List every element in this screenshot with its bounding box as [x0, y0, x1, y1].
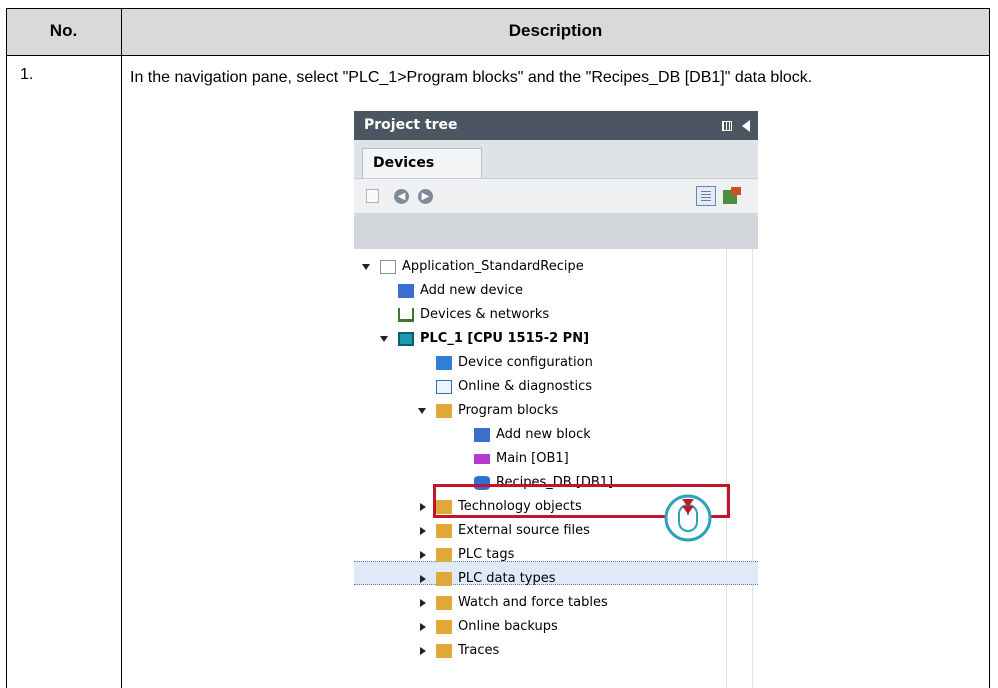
tree-item-label: Online & diagnostics	[458, 379, 593, 394]
tree-item-label: PLC data types	[458, 571, 556, 586]
expand-arrow-icon[interactable]	[420, 647, 426, 655]
plc-icon	[398, 332, 414, 346]
expand-arrow-icon[interactable]	[380, 336, 388, 342]
device-config-icon	[436, 356, 452, 370]
tree-toolbar: ◀ ▶	[354, 178, 758, 213]
tree-item-label: PLC tags	[458, 547, 515, 562]
mouse-double-click-icon	[664, 494, 712, 542]
table-border-right	[989, 8, 990, 688]
tree-item-program-blocks[interactable]: Program blocks	[354, 399, 758, 423]
tree-item-label: Devices & networks	[420, 307, 550, 322]
tree-item-devices-networks[interactable]: Devices & networks	[354, 303, 758, 327]
project-tree-title: Project tree	[364, 117, 458, 133]
step-description: In the navigation pane, select "PLC_1>Pr…	[130, 69, 813, 86]
project-tree-screenshot: Project tree Devices ◀ ▶ Application_Sta…	[354, 111, 758, 688]
detail-view-icon[interactable]	[696, 186, 716, 206]
split-view-icon[interactable]	[722, 120, 732, 131]
tree-header-band	[354, 213, 758, 249]
folder-icon	[436, 524, 452, 538]
tree-item-label: Main [OB1]	[496, 451, 569, 466]
table-border-left	[6, 8, 7, 688]
expand-arrow-icon[interactable]	[418, 408, 426, 414]
tab-devices[interactable]: Devices	[362, 148, 482, 178]
network-icon	[398, 308, 414, 322]
folder-icon	[436, 620, 452, 634]
folder-icon	[436, 404, 452, 418]
tree-item-label: External source files	[458, 523, 590, 538]
tab-strip: Devices	[354, 140, 758, 178]
new-item-icon[interactable]	[366, 189, 379, 203]
expand-arrow-icon[interactable]	[420, 503, 426, 511]
tree-item-main[interactable]: Main [OB1]	[354, 447, 758, 471]
folder-icon	[436, 572, 452, 586]
tree-item-label: Watch and force tables	[458, 595, 608, 610]
folder-icon	[436, 644, 452, 658]
tree-item-label: Application_StandardRecipe	[402, 259, 584, 274]
forward-icon[interactable]: ▶	[418, 189, 433, 204]
tree-item-online-diagnostics[interactable]: Online & diagnostics	[354, 375, 758, 399]
tree-item-add-device[interactable]: Add new device	[354, 279, 758, 303]
folder-icon	[436, 596, 452, 610]
tree-item-label: Online backups	[458, 619, 558, 634]
tree-item-label: Add new block	[496, 427, 591, 442]
expand-arrow-icon[interactable]	[420, 527, 426, 535]
project-tree-titlebar: Project tree	[354, 111, 758, 140]
tree-item-label: Program blocks	[458, 403, 559, 418]
tree-item-online-backups[interactable]: Online backups	[354, 615, 758, 639]
step-number: 1.	[20, 66, 34, 83]
tree-item-traces[interactable]: Traces	[354, 639, 758, 663]
tree-body: Application_StandardRecipe Add new devic…	[354, 249, 758, 688]
tree-item-project[interactable]: Application_StandardRecipe	[354, 255, 758, 279]
tree-item-device-config[interactable]: Device configuration	[354, 351, 758, 375]
tree-item-watch-force[interactable]: Watch and force tables	[354, 591, 758, 615]
expand-arrow-icon[interactable]	[420, 599, 426, 607]
expand-arrow-icon[interactable]	[420, 551, 426, 559]
expand-arrow-icon[interactable]	[420, 623, 426, 631]
expand-arrow-icon[interactable]	[420, 575, 426, 583]
overview-icon[interactable]	[723, 187, 741, 205]
collapse-pane-icon[interactable]	[742, 119, 750, 132]
add-block-icon	[474, 428, 490, 442]
tree-item-plc-tags[interactable]: PLC tags	[354, 543, 758, 567]
tree-item-label: PLC_1 [CPU 1515-2 PN]	[420, 331, 590, 346]
project-icon	[380, 260, 396, 274]
tree-item-label: Device configuration	[458, 355, 593, 370]
diagnostics-icon	[436, 380, 452, 394]
expand-arrow-icon[interactable]	[362, 264, 370, 270]
tree-item-plc[interactable]: PLC_1 [CPU 1515-2 PN]	[354, 327, 758, 351]
ob-block-icon	[474, 454, 490, 464]
tree-item-label: Add new device	[420, 283, 524, 298]
column-divider	[121, 8, 122, 688]
tree-item-label: Traces	[458, 643, 500, 658]
tree-item-add-block[interactable]: Add new block	[354, 423, 758, 447]
add-device-icon	[398, 284, 414, 298]
tree-item-plc-data-types[interactable]: PLC data types	[354, 567, 758, 591]
back-icon[interactable]: ◀	[394, 189, 409, 204]
folder-icon	[436, 548, 452, 562]
header-description: Description	[508, 21, 603, 40]
header-no: No.	[49, 21, 78, 40]
